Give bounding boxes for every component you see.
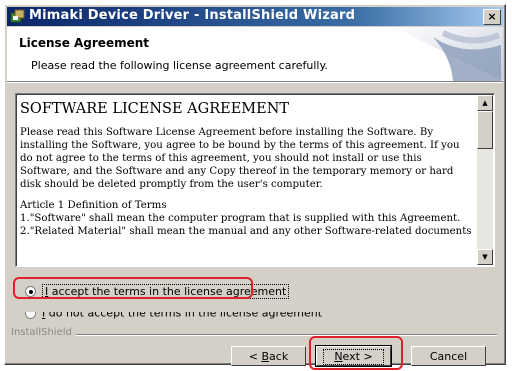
page-title: License Agreement bbox=[19, 36, 150, 50]
decline-radio-button[interactable] bbox=[25, 311, 36, 319]
installshield-brand-label: InstallShield bbox=[11, 327, 76, 338]
header-panel: License Agreement Please read the follow… bbox=[7, 27, 503, 82]
accept-radio-button[interactable] bbox=[25, 285, 36, 297]
decline-terms-option[interactable]: I do not accept the terms in the license… bbox=[25, 311, 322, 320]
license-article-title: Article 1 Definition of Terms bbox=[20, 200, 167, 211]
back-button[interactable]: < Back bbox=[231, 346, 306, 366]
title-bar: Mimaki Device Driver - InstallShield Wiz… bbox=[7, 7, 503, 26]
installer-app-icon bbox=[10, 9, 25, 23]
next-button-focus: Next > bbox=[323, 349, 384, 365]
page-subtitle: Please read the following license agreem… bbox=[31, 59, 328, 72]
license-paragraph: Please read this Software License Agreem… bbox=[20, 127, 460, 190]
decline-terms-label[interactable]: I do not accept the terms in the license… bbox=[42, 312, 322, 320]
scroll-down-arrow-icon[interactable]: ▼ bbox=[477, 249, 493, 265]
license-content: SOFTWARE LICENSE AGREEMENT Please read t… bbox=[20, 98, 474, 238]
header-divider bbox=[7, 82, 503, 83]
vertical-scrollbar[interactable]: ▲ ▼ bbox=[477, 95, 493, 265]
license-text-area[interactable]: SOFTWARE LICENSE AGREEMENT Please read t… bbox=[15, 93, 495, 267]
license-heading: SOFTWARE LICENSE AGREEMENT bbox=[20, 101, 290, 117]
footer-divider bbox=[65, 334, 497, 336]
installshield-banner-graphic bbox=[393, 27, 503, 81]
scroll-up-arrow-icon[interactable]: ▲ bbox=[477, 95, 493, 111]
accept-terms-label[interactable]: I accept the terms in the license agreem… bbox=[42, 283, 290, 299]
license-line: 1."Software" shall mean the computer pro… bbox=[20, 213, 461, 224]
close-button[interactable]: × bbox=[483, 9, 501, 25]
window-title: Mimaki Device Driver - InstallShield Wiz… bbox=[29, 8, 356, 23]
license-line: 2."Related Material" shall mean the manu… bbox=[20, 226, 472, 237]
scrollbar-thumb[interactable] bbox=[477, 111, 493, 149]
next-button[interactable]: Next > bbox=[315, 345, 392, 367]
cancel-button[interactable]: Cancel bbox=[411, 346, 486, 366]
installshield-wizard-window: Mimaki Device Driver - InstallShield Wiz… bbox=[4, 4, 506, 367]
accept-terms-option[interactable]: I accept the terms in the license agreem… bbox=[25, 283, 290, 299]
